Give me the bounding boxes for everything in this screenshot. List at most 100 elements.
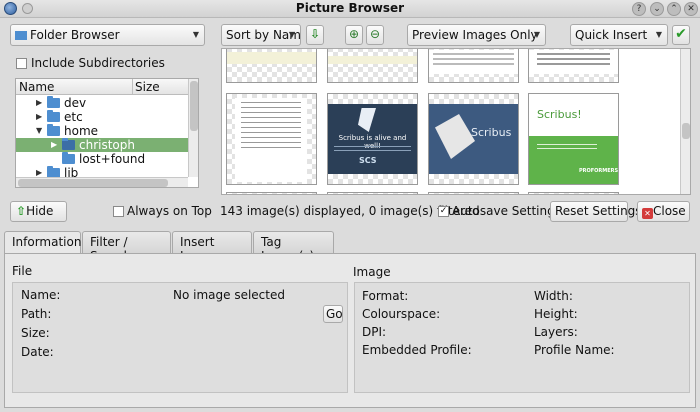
help-icon[interactable]: ? xyxy=(632,2,646,16)
tab-insert-image[interactable]: Insert Image xyxy=(172,231,252,263)
profile-name-label: Profile Name: xyxy=(534,343,615,357)
image-group: Format: Colourspace: DPI: Embedded Profi… xyxy=(354,282,690,393)
minimize-icon[interactable]: ⌄ xyxy=(650,2,664,16)
insert-checkmark-icon[interactable]: ✔ xyxy=(672,25,690,45)
hide-arrow-icon: ⇧ xyxy=(16,204,27,218)
thumbnail[interactable] xyxy=(226,192,317,194)
expander-icon[interactable]: ▶ xyxy=(36,96,42,110)
format-label: Format: xyxy=(362,289,409,303)
tree-item-dev[interactable]: ▶ dev xyxy=(16,96,188,110)
location-combo-value: Folder Browser xyxy=(30,28,120,42)
gallery-vertical-scrollbar[interactable] xyxy=(680,49,690,194)
tree-item-etc[interactable]: ▶ etc xyxy=(16,110,188,124)
include-subdirs-label: Include Subdirectories xyxy=(31,56,165,70)
folder-icon xyxy=(15,31,27,40)
autosave-checkbox[interactable]: ✓ xyxy=(438,206,449,217)
title-bar: Picture Browser ? ⌄ ⌃ ✕ xyxy=(0,0,700,18)
thumbnail[interactable] xyxy=(226,49,317,83)
always-on-top-checkbox[interactable] xyxy=(113,206,124,217)
zoom-out-icon[interactable]: ⊖ xyxy=(366,25,384,45)
thumbnail-strip xyxy=(227,52,316,64)
tree-item-label: lost+found xyxy=(79,152,146,166)
tree-horizontal-scrollbar[interactable] xyxy=(16,177,188,187)
tree-item-label: christoph xyxy=(79,138,135,152)
location-combo[interactable]: Folder Browser ▼ xyxy=(10,24,205,46)
scrollbar-thumb[interactable] xyxy=(682,123,690,139)
chevron-down-icon: ▼ xyxy=(655,30,662,39)
sort-combo[interactable]: Sort by Nam ▼ xyxy=(221,24,301,46)
tree-col-size[interactable]: Size xyxy=(135,80,160,94)
thumbnail-poster: Scribus is alive and well! SCS xyxy=(328,104,417,174)
expander-icon[interactable]: ▶ xyxy=(36,110,42,124)
image-group-title: Image xyxy=(353,265,391,279)
date-label: Date: xyxy=(21,345,54,359)
tree-item-label: dev xyxy=(64,96,87,110)
name-value: No image selected xyxy=(173,288,285,302)
preview-filter-value: Preview Images Only xyxy=(412,28,538,42)
tree-item-label: home xyxy=(64,124,99,138)
reset-settings-button[interactable]: Reset Settings xyxy=(550,201,642,222)
scrollbar-thumb[interactable] xyxy=(18,179,168,187)
sort-direction-icon[interactable]: ⇩ xyxy=(306,25,324,45)
always-on-top-label: Always on Top xyxy=(127,204,212,218)
thumbnail[interactable] xyxy=(428,192,519,194)
thumbnail[interactable]: Scribus is alive and well! SCS xyxy=(327,93,418,185)
tree-item-lost-found[interactable]: lost+found xyxy=(16,152,188,166)
thumbnail[interactable]: Scribus! PROFORMERS xyxy=(528,93,619,185)
close-window-icon[interactable]: ✕ xyxy=(684,2,698,16)
expander-icon[interactable]: ▼ xyxy=(36,124,42,138)
thumbnail[interactable] xyxy=(226,93,317,185)
hide-button[interactable]: ⇧Hide xyxy=(10,201,67,222)
embedded-profile-label: Embedded Profile: xyxy=(362,343,472,357)
expander-icon[interactable]: ▶ xyxy=(51,138,57,152)
go-button[interactable]: Go xyxy=(323,305,343,323)
colourspace-label: Colourspace: xyxy=(362,307,441,321)
name-label: Name: xyxy=(21,288,61,302)
insert-mode-combo[interactable]: Quick Insert ▼ xyxy=(570,24,668,46)
folder-icon xyxy=(62,138,75,150)
folder-icon xyxy=(47,96,60,108)
thumbnail[interactable] xyxy=(327,49,418,83)
maximize-icon[interactable]: ⌃ xyxy=(667,2,681,16)
chevron-down-icon: ▼ xyxy=(192,30,199,39)
autosave-label: Autosave Settings xyxy=(452,204,561,218)
thumbnail-banner: PROFORMERS xyxy=(529,136,618,184)
file-group-title: File xyxy=(12,264,33,278)
close-button[interactable]: ✕ Close xyxy=(637,201,690,222)
tab-information[interactable]: Information xyxy=(4,231,81,254)
insert-mode-value: Quick Insert xyxy=(575,28,648,42)
thumbnail[interactable]: Scribus xyxy=(428,93,519,185)
thumbnail-gallery[interactable]: Scribus is alive and well! SCS Scribus S… xyxy=(221,48,691,195)
path-label: Path: xyxy=(21,307,52,321)
thumbnail-badge: SCS xyxy=(359,156,377,165)
tree-vertical-scrollbar[interactable] xyxy=(188,79,198,177)
size-label: Size: xyxy=(21,326,50,340)
preview-filter-combo[interactable]: Preview Images Only ▼ xyxy=(407,24,546,46)
tab-bar: Information Filter / Search Insert Image… xyxy=(4,231,696,263)
tree-item-christoph[interactable]: ▶ christoph xyxy=(16,138,188,152)
thumbnail-document xyxy=(235,98,307,182)
thumbnail-header: Scribus! xyxy=(529,94,618,136)
folder-tree[interactable]: Name Size ▶ dev ▶ etc ▼ home ▶ christoph… xyxy=(15,78,199,188)
thumbnail[interactable] xyxy=(327,192,418,194)
chevron-down-icon: ▼ xyxy=(533,30,540,39)
thumbnail-poster: Scribus xyxy=(429,104,518,174)
hide-button-label: Hide xyxy=(26,204,54,218)
tab-filter-search[interactable]: Filter / Search xyxy=(82,231,171,263)
thumbnail[interactable] xyxy=(428,49,519,83)
tree-item-home[interactable]: ▼ home xyxy=(16,124,188,138)
scrollbar-thumb[interactable] xyxy=(190,81,198,131)
thumbnail-caption: Scribus is alive and well! xyxy=(338,134,407,150)
information-panel: File Name: No image selected Path: Go Si… xyxy=(4,253,696,408)
thumbnail-footer: PROFORMERS xyxy=(579,168,619,174)
zoom-in-icon[interactable]: ⊕ xyxy=(345,25,363,45)
thumbnail-caption: Scribus xyxy=(471,126,512,139)
tree-col-name[interactable]: Name xyxy=(19,80,54,94)
include-subdirs-checkbox[interactable] xyxy=(16,58,27,69)
thumbnail-strip xyxy=(328,56,417,64)
close-icon: ✕ xyxy=(642,208,653,219)
file-group: Name: No image selected Path: Go Size: D… xyxy=(12,282,348,393)
thumbnail[interactable] xyxy=(528,192,619,194)
tab-tag-images[interactable]: Tag Image(s) xyxy=(253,231,334,263)
thumbnail[interactable] xyxy=(528,49,619,83)
